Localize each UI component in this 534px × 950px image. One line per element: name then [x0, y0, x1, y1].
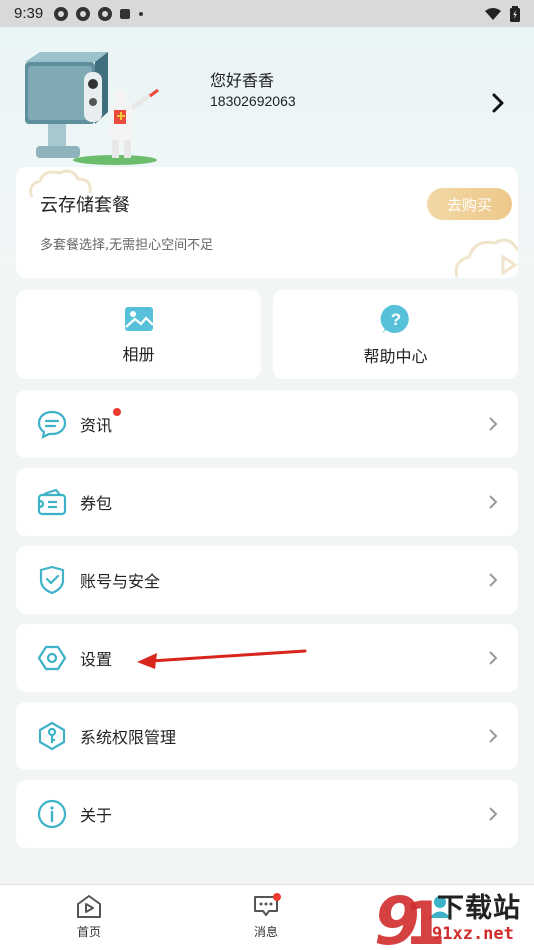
- info-icon: [36, 798, 68, 830]
- annotation-arrow-icon: [137, 649, 307, 669]
- app-notification-icon: [76, 6, 91, 21]
- chevron-right-icon: [489, 417, 498, 431]
- menu-item-about[interactable]: 关于: [16, 780, 518, 848]
- svg-text:?: ?: [390, 310, 400, 329]
- menu-item-news[interactable]: 资讯: [16, 390, 518, 458]
- cloud-subtitle: 多套餐选择,无需担心空间不足: [40, 238, 214, 253]
- album-card[interactable]: 相册: [16, 290, 261, 379]
- buy-button[interactable]: 去购买: [427, 188, 512, 220]
- album-label: 相册: [122, 344, 155, 364]
- help-icon: ?: [380, 304, 409, 333]
- news-badge: [113, 408, 122, 416]
- nav-home[interactable]: 首页: [49, 893, 129, 940]
- app-notification-icon: [98, 6, 113, 21]
- news-icon: [36, 408, 68, 440]
- username: 您好香香: [210, 71, 275, 90]
- menu-label-news: 资讯: [80, 408, 122, 436]
- cloud-storage-card[interactable]: 云存储套餐 多套餐选择,无需担心空间不足 去购买: [16, 167, 518, 278]
- nav-messages-label: 消息: [253, 925, 278, 939]
- battery-icon: [510, 5, 520, 22]
- menu-label-permissions: 系统权限管理: [80, 728, 177, 747]
- chevron-right-icon: [489, 651, 498, 665]
- status-time: 9:39: [14, 5, 44, 22]
- profile-section[interactable]: 您好香香 18302692063: [0, 27, 534, 167]
- menu-label-about: 关于: [80, 806, 113, 825]
- menu-item-wallet[interactable]: 券包: [16, 468, 518, 536]
- cloud-title: 云存储套餐: [40, 195, 130, 216]
- chevron-right-icon[interactable]: [488, 91, 508, 115]
- home-icon: [77, 895, 101, 918]
- messages-badge: [273, 893, 281, 901]
- key-icon: [36, 720, 68, 752]
- menu-label-account-security: 账号与安全: [80, 572, 161, 591]
- app-notification-icon: [54, 6, 69, 21]
- help-center-card[interactable]: ? 帮助中心: [273, 290, 518, 379]
- nav-home-label: 首页: [76, 925, 101, 939]
- square-notification-icon: [120, 8, 131, 19]
- status-bar: 9:39: [0, 0, 534, 27]
- wifi-icon: [485, 7, 501, 20]
- album-icon: [124, 306, 154, 331]
- chevron-right-icon: [489, 495, 498, 509]
- menu-item-permissions[interactable]: 系统权限管理: [16, 702, 518, 770]
- menu-item-account-security[interactable]: 账号与安全: [16, 546, 518, 614]
- menu-label-settings: 设置: [80, 650, 113, 669]
- wallet-icon: [36, 486, 68, 518]
- chevron-right-icon: [489, 729, 498, 743]
- watermark-url: 91xz.net: [432, 924, 514, 944]
- notification-icons: [53, 6, 145, 22]
- watermark-text: 下载站: [437, 893, 521, 924]
- shield-icon: [36, 564, 68, 596]
- help-center-label: 帮助中心: [363, 346, 428, 366]
- chevron-right-icon: [489, 573, 498, 587]
- camera-illustration-icon: [25, 52, 159, 165]
- menu-label-wallet: 券包: [80, 494, 113, 513]
- nav-messages[interactable]: 消息: [226, 893, 306, 940]
- chevron-right-icon: [489, 807, 498, 821]
- phone-number: 18302692063: [210, 93, 296, 109]
- cloud-play-decoration-icon: [454, 238, 518, 278]
- dot-notification-icon: [139, 11, 144, 16]
- settings-icon: [36, 642, 68, 674]
